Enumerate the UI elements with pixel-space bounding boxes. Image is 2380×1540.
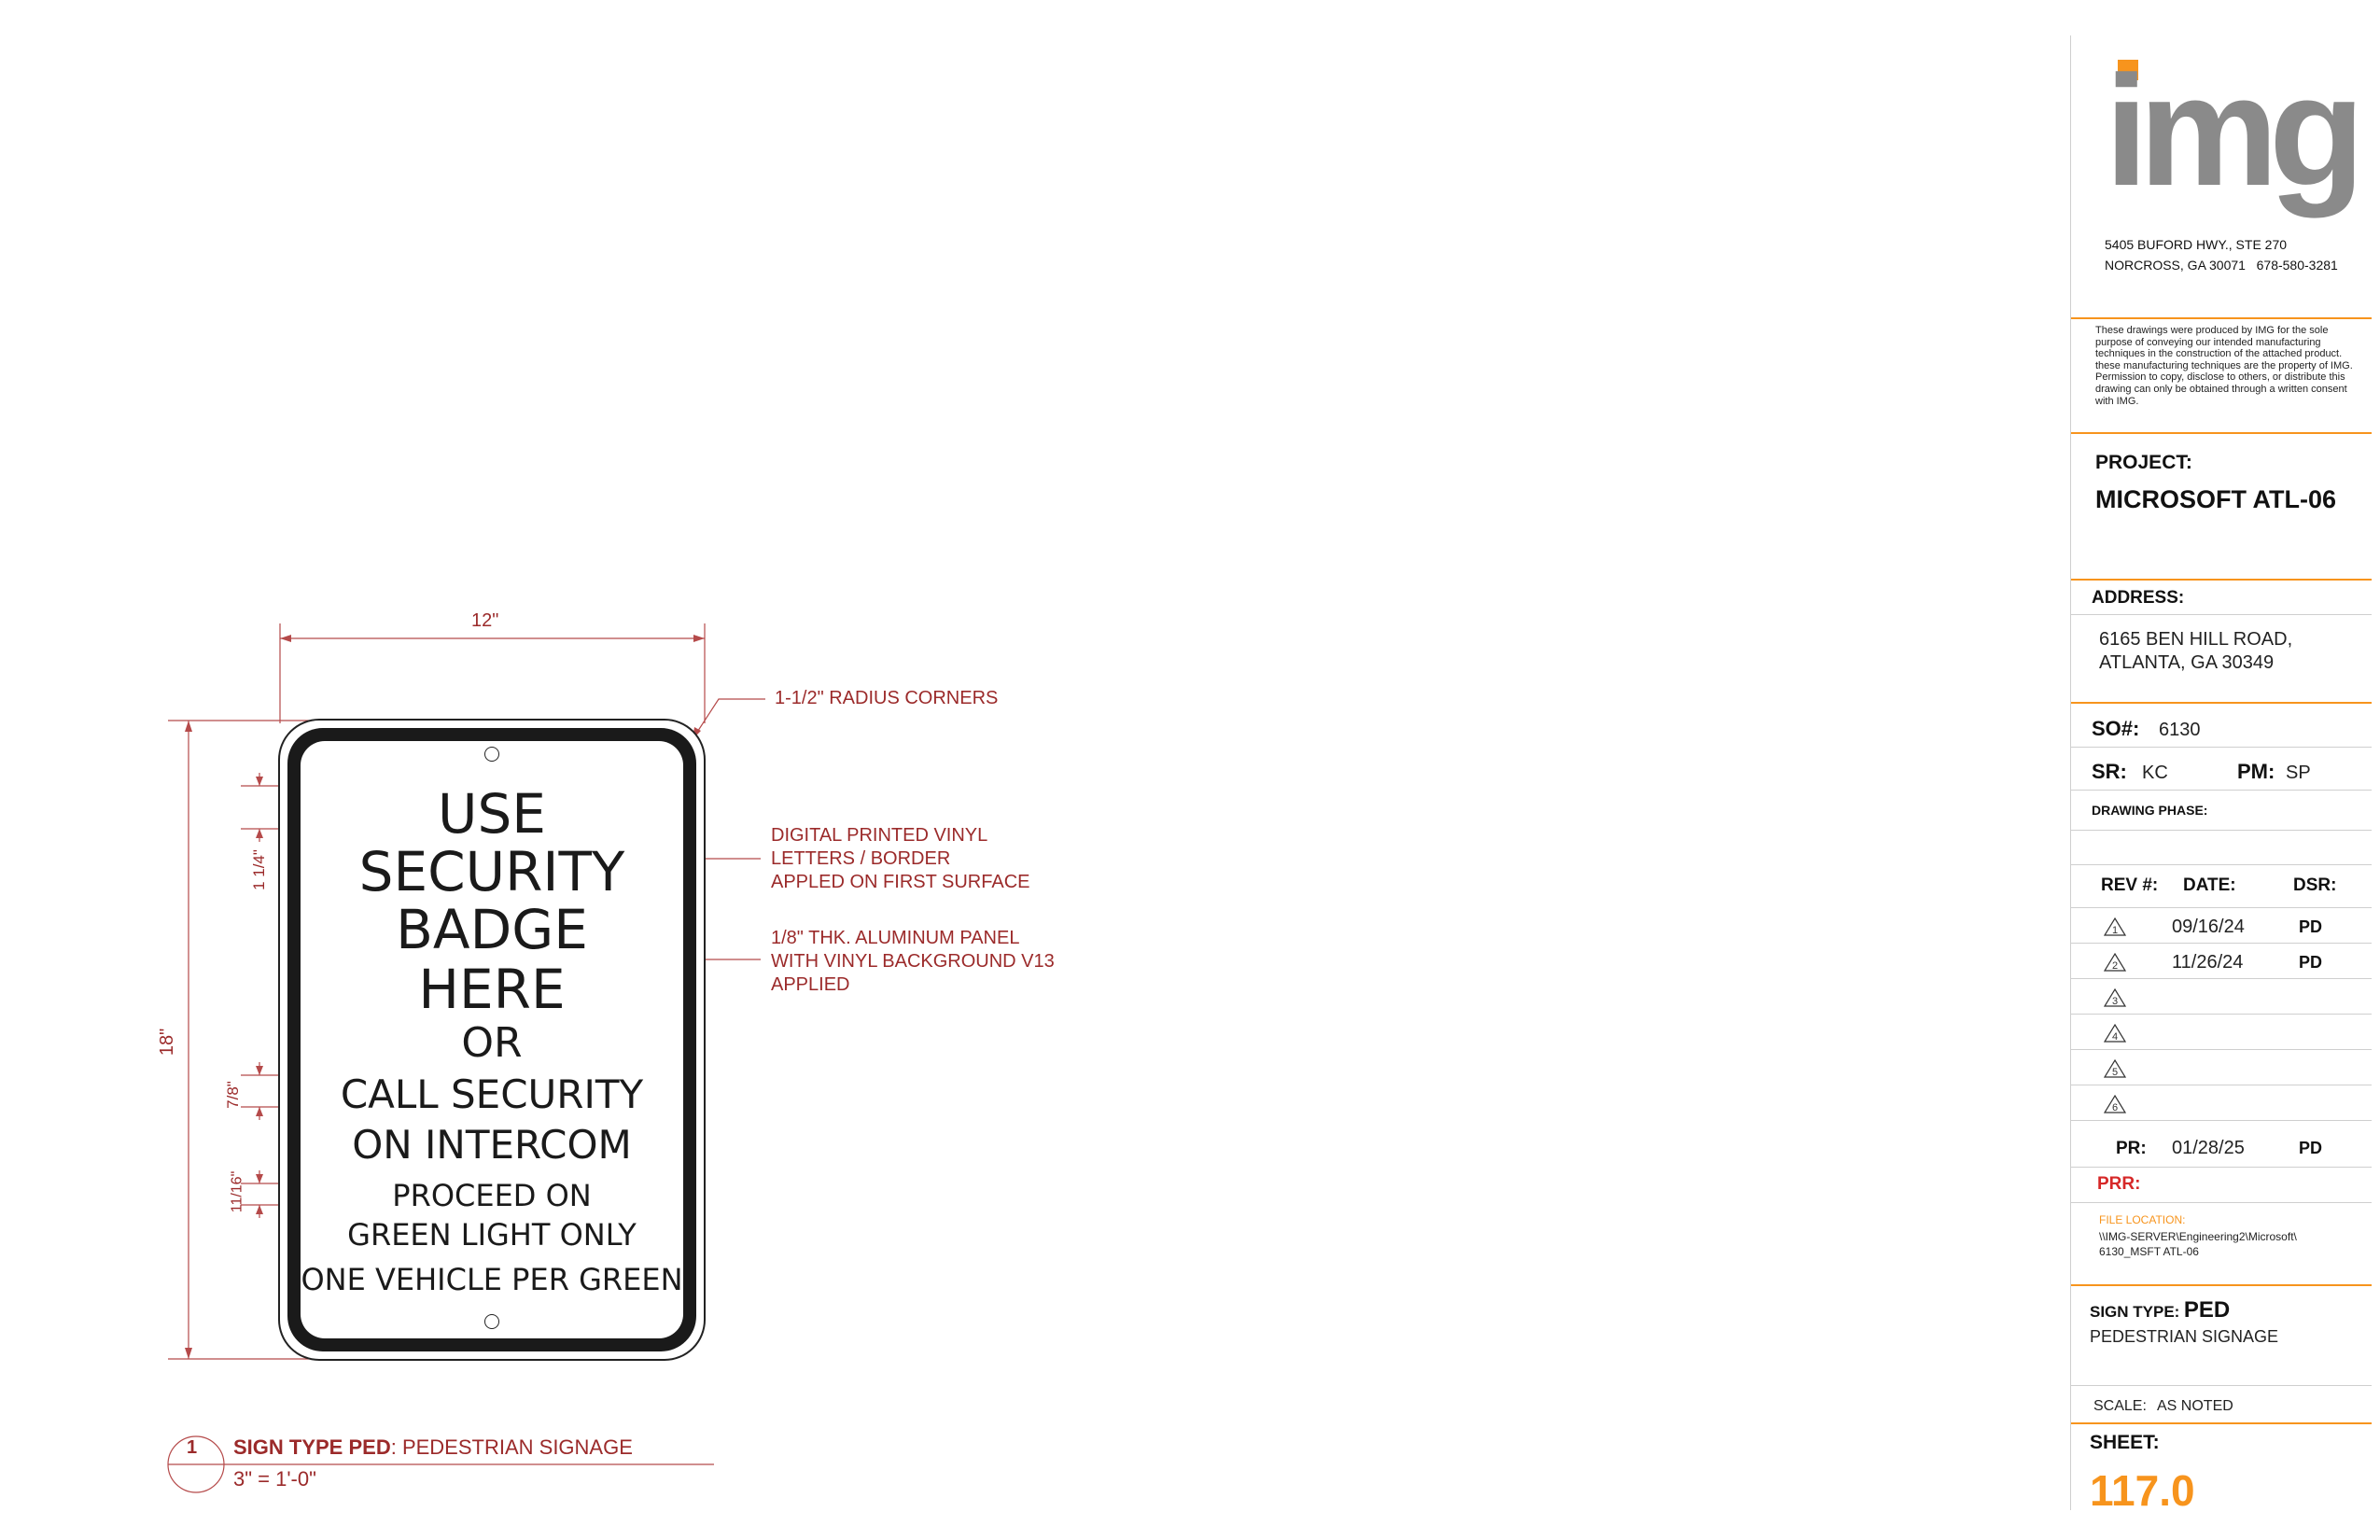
site-address-line-2: ATLANTA, GA 30349 [2099, 652, 2275, 673]
sheet-label: SHEET: [2090, 1432, 2160, 1453]
rev-header-dsr: DSR: [2293, 875, 2337, 895]
revision-number: 6 [2112, 1102, 2118, 1113]
line-spacing-dimension-2: 7/8" [223, 1081, 242, 1109]
sign-line-9: GREEN LIGHT ONLY [347, 1217, 637, 1253]
sign-line-5: OR [461, 1019, 523, 1067]
pr-date: 01/28/25 [2172, 1138, 2245, 1158]
sign-type-label: SIGN TYPE: [2090, 1303, 2180, 1321]
file-location-line-2: 6130_MSFT ATL-06 [2099, 1245, 2199, 1258]
revision-row-divider [2071, 1014, 2372, 1015]
title-block: img 5405 BUFORD HWY., STE 270 NORCROSS, … [2070, 35, 2372, 1515]
revision-number: 5 [2112, 1067, 2118, 1078]
detail-title-bold: SIGN TYPE PED [233, 1435, 391, 1459]
aluminum-panel-callout: 1/8" THK. ALUMINUM PANEL WITH VINYL BACK… [771, 928, 1055, 995]
company-address-line-2: NORCROSS, GA 30071 678-580-3281 [2105, 258, 2338, 273]
sheet-number: 117.0 [2090, 1466, 2195, 1515]
detail-title: SIGN TYPE PED: PEDESTRIAN SIGNAGE [233, 1435, 633, 1460]
detail-title-rest: : PEDESTRIAN SIGNAGE [390, 1435, 633, 1459]
sign-line-8: PROCEED ON [392, 1178, 592, 1213]
revision-triangle-icon: 4 [2103, 1023, 2127, 1043]
scale-label: SCALE: [2093, 1398, 2147, 1414]
disclaimer-text: These drawings were produced by IMG for … [2095, 325, 2353, 407]
revision-number: 3 [2112, 996, 2118, 1007]
height-dimension-label: 18" [157, 1028, 178, 1057]
pr-dsr: PD [2299, 1139, 2323, 1157]
revision-dsr: PD [2299, 917, 2323, 936]
file-location-line-1: \\IMG-SERVER\Engineering2\Microsoft\ [2099, 1230, 2297, 1243]
so-label: SO#: [2092, 717, 2140, 740]
detail-number: 1 [187, 1437, 198, 1458]
revision-triangle-icon: 1 [2103, 917, 2127, 936]
mounting-hole-top [484, 747, 499, 762]
revision-triangle-icon: 3 [2103, 987, 2127, 1007]
sign-line-4: HERE [418, 958, 566, 1021]
file-location-label: FILE LOCATION: [2099, 1213, 2186, 1226]
width-dimension-label: 12" [471, 610, 499, 631]
pm-label: PM: [2237, 760, 2275, 783]
revision-number: 2 [2112, 960, 2118, 972]
line-spacing-dimension-3: 11/16" [229, 1170, 245, 1213]
pr-label: PR: [2116, 1139, 2147, 1158]
rev-header-date: DATE: [2183, 875, 2236, 895]
revision-row-divider [2071, 943, 2372, 944]
address-label: ADDRESS: [2092, 588, 2185, 608]
project-value: MICROSOFT ATL-06 [2095, 485, 2336, 513]
revision-triangle-icon: 5 [2103, 1058, 2127, 1078]
revision-row-divider [2071, 978, 2372, 979]
so-value: 6130 [2159, 720, 2201, 740]
sign-line-7: ON INTERCOM [352, 1122, 632, 1168]
mounting-hole-bottom [484, 1314, 499, 1329]
sign-line-2: SECURITY [358, 840, 625, 903]
revision-number: 4 [2112, 1031, 2118, 1043]
sign-type-description: PEDESTRIAN SIGNAGE [2090, 1327, 2279, 1346]
corner-radius-callout: 1-1/2" RADIUS CORNERS [775, 688, 999, 708]
scale-value: AS NOTED [2157, 1398, 2233, 1414]
site-address-line-1: 6165 BEN HILL ROAD, [2099, 629, 2293, 650]
vinyl-letters-callout: DIGITAL PRINTED VINYL LETTERS / BORDER A… [771, 825, 1030, 892]
prr-label: PRR: [2097, 1174, 2141, 1194]
company-address-line-1: 5405 BUFORD HWY., STE 270 [2105, 237, 2288, 252]
sign-type: SIGN TYPE: PED [2090, 1297, 2230, 1323]
sign-panel: USE SECURITY BADGE HERE OR CALL SECURITY… [278, 719, 706, 1361]
project-label: PROJECT: [2095, 452, 2192, 473]
detail-scale: 3" = 1'-0" [233, 1467, 316, 1491]
sign-face: USE SECURITY BADGE HERE OR CALL SECURITY… [301, 741, 683, 1338]
sign-line-10: ONE VEHICLE PER GREEN [301, 1262, 683, 1297]
revision-row-divider [2071, 1120, 2372, 1121]
pm-value: SP [2286, 763, 2311, 783]
revision-triangle-icon: 2 [2103, 952, 2127, 972]
revision-triangle-icon: 6 [2103, 1094, 2127, 1113]
revision-number: 1 [2112, 925, 2118, 936]
sign-line-3: BADGE [396, 898, 588, 961]
img-logo: img [2105, 43, 2365, 218]
drawing-phase-label: DRAWING PHASE: [2092, 803, 2208, 818]
revision-date: 09/16/24 [2172, 917, 2245, 937]
sign-type-value: PED [2183, 1297, 2231, 1323]
revision-row-divider [2071, 1049, 2372, 1050]
rev-header-num: REV #: [2101, 875, 2159, 895]
sign-line-1: USE [438, 782, 546, 846]
line-spacing-dimension-1: 1 1/4" [249, 849, 268, 890]
revision-dsr: PD [2299, 953, 2323, 972]
sign-border: USE SECURITY BADGE HERE OR CALL SECURITY… [287, 728, 696, 1351]
sr-value: KC [2142, 763, 2168, 783]
drawing-area: 12" 18" 1 1/4" 7/8" 11/16" 1-1/2" RADIUS… [0, 0, 2053, 1540]
revision-date: 11/26/24 [2172, 952, 2244, 973]
sign-line-6: CALL SECURITY [340, 1071, 644, 1117]
sr-label: SR: [2092, 760, 2127, 783]
